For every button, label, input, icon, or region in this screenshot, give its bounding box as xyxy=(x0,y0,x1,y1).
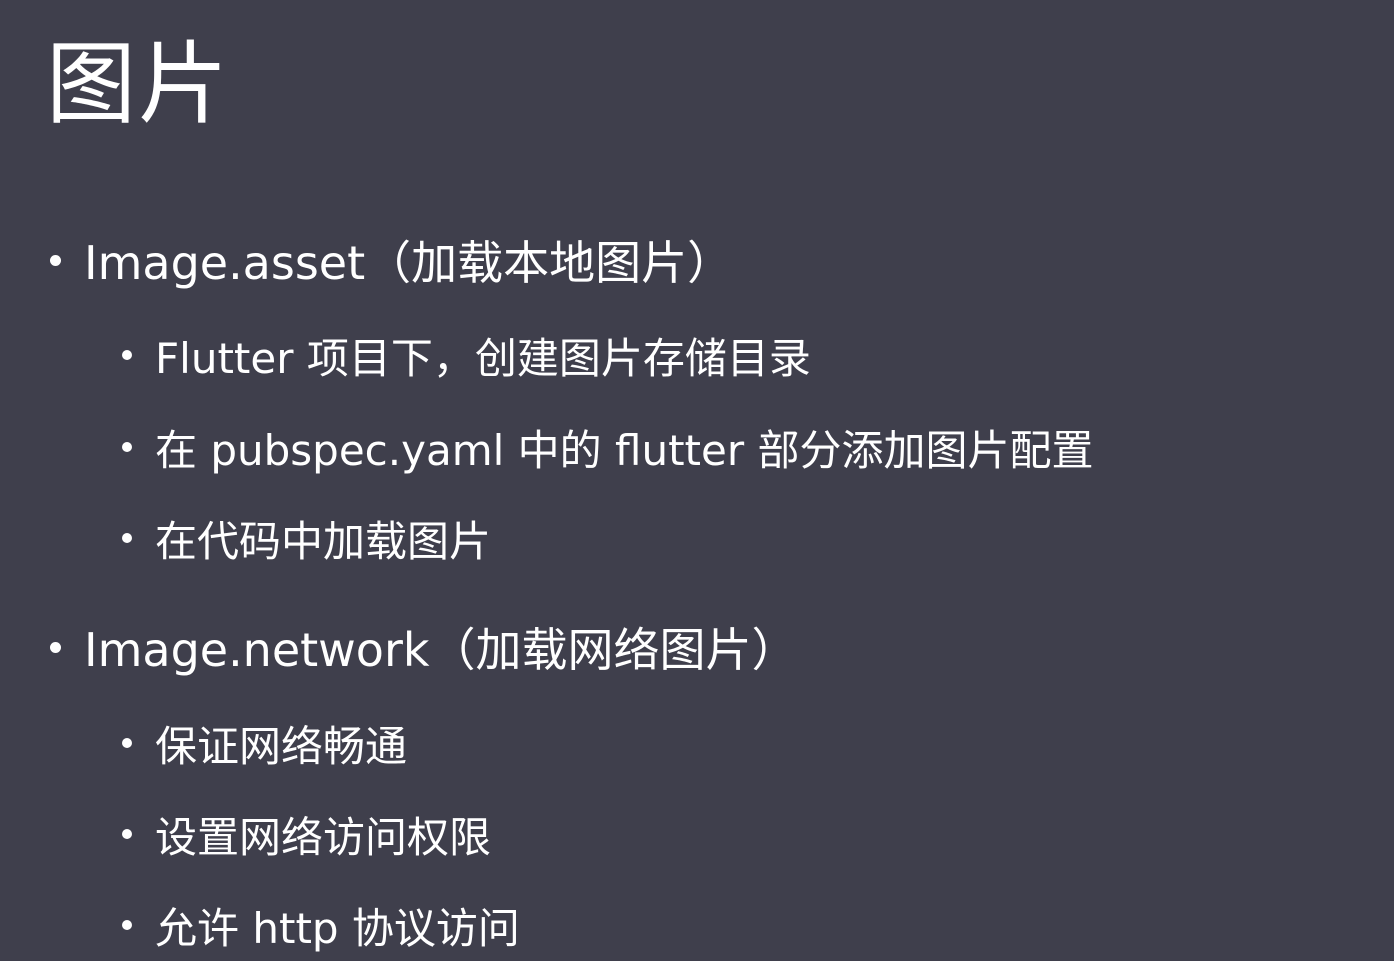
list-item: Flutter 项目下，创建图片存储目录 xyxy=(122,328,811,383)
list-item: 设置网络访问权限 xyxy=(122,807,491,862)
bullet-icon xyxy=(122,920,132,930)
list-item-text: 允许 http 协议访问 xyxy=(155,903,520,953)
list-item-text: Flutter 项目下，创建图片存储目录 xyxy=(155,333,811,383)
bullet-icon xyxy=(50,641,61,653)
list-item: 允许 http 协议访问 xyxy=(122,898,520,953)
bullet-icon xyxy=(50,254,61,266)
list-item-text: 设置网络访问权限 xyxy=(155,812,492,862)
list-item: 在 pubspec.yaml 中的 flutter 部分添加图片配置 xyxy=(122,420,1093,475)
bullet-icon xyxy=(122,533,132,543)
section-heading-text: Image.network（加载网络图片） xyxy=(84,623,798,677)
bullet-icon xyxy=(122,829,132,839)
slide-title: 图片 xyxy=(46,32,230,137)
section-heading-image-asset: Image.asset（加载本地图片） xyxy=(50,230,733,290)
list-item: 保证网络畅通 xyxy=(122,716,407,771)
bullet-icon xyxy=(122,350,132,360)
list-item: 在代码中加载图片 xyxy=(122,511,491,566)
bullet-icon xyxy=(122,442,132,452)
bullet-icon xyxy=(122,738,132,748)
list-item-text: 保证网络畅通 xyxy=(155,721,408,771)
section-heading-image-network: Image.network（加载网络图片） xyxy=(50,617,798,677)
section-heading-text: Image.asset（加载本地图片） xyxy=(84,236,734,290)
list-item-text: 在 pubspec.yaml 中的 flutter 部分添加图片配置 xyxy=(155,425,1094,475)
list-item-text: 在代码中加载图片 xyxy=(155,516,492,566)
slide: 图片 Image.asset（加载本地图片） Flutter 项目下，创建图片存… xyxy=(0,0,1394,961)
